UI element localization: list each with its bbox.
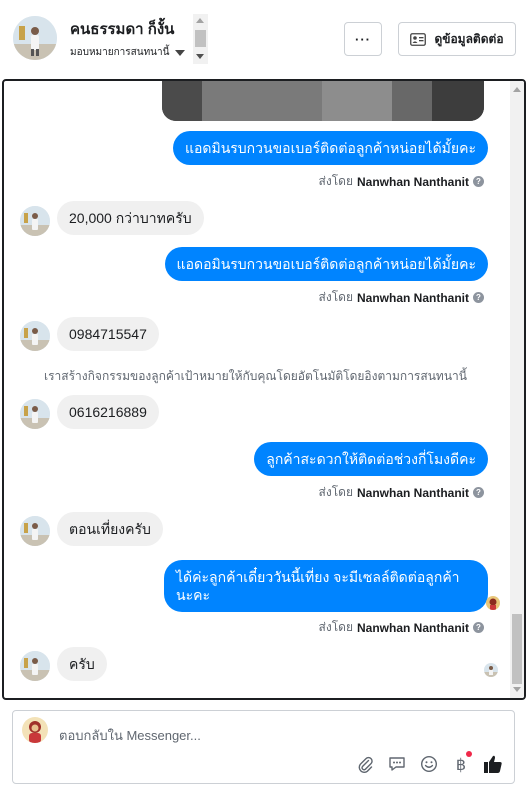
scroll-down-icon[interactable]	[196, 54, 204, 59]
outgoing-message[interactable]: ได้ค่ะลูกค้าเดี๋ยววันนี้เที่ยง จะมีเซลล์…	[164, 560, 488, 612]
sent-by-prefix: ส่งโดย	[318, 290, 353, 304]
scroll-down-icon[interactable]	[513, 687, 521, 692]
sent-by-prefix: ส่งโดย	[318, 485, 353, 499]
sender-name: Nanwhan Nanthanit	[356, 620, 469, 635]
message-thread[interactable]: แอดมินรบกวนขอเบอร์ติดต่อลูกค้าหน่อยได้มั…	[2, 79, 526, 700]
contact-avatar-small	[20, 516, 50, 546]
conversation-header: คนธรรมดา ก็งั้น มอบหมายการสนทนานี้ ··· ด…	[0, 0, 528, 78]
more-icon: ···	[355, 31, 371, 47]
scroll-thumb[interactable]	[195, 30, 206, 47]
help-icon[interactable]: ?	[473, 292, 484, 303]
contact-avatar-small	[20, 206, 50, 236]
incoming-message[interactable]: ครับ	[57, 647, 107, 681]
outgoing-message[interactable]: แอดอมินรบกวนขอเบอร์ติดต่อลูกค้าหน่อยได้ม…	[164, 247, 488, 281]
incoming-message[interactable]: 0616216889	[57, 395, 159, 429]
notification-dot	[466, 751, 472, 757]
shared-photo[interactable]	[162, 81, 484, 121]
seen-avatar	[486, 596, 500, 610]
contact-avatar[interactable]	[13, 16, 57, 60]
contact-avatar-small	[20, 651, 50, 681]
contact-card-icon	[410, 32, 427, 46]
reply-composer[interactable]: ตอบกลับใน Messenger... ฿	[12, 710, 515, 784]
sender-name: Nanwhan Nanthanit	[356, 485, 469, 500]
sender-name: Nanwhan Nanthanit	[356, 290, 469, 305]
saved-replies-icon[interactable]	[386, 753, 408, 775]
sent-by-label: ส่งโดย Nanwhan Nanthanit ?	[319, 618, 484, 637]
seen-avatar	[484, 663, 498, 677]
outgoing-message[interactable]: ลูกค้าสะดวกให้ติดต่อช่วงกี่โมงดีคะ	[254, 442, 488, 476]
help-icon[interactable]: ?	[473, 487, 484, 498]
incoming-message[interactable]: 20,000 กว่าบาทครับ	[57, 201, 204, 235]
caret-down-icon	[175, 49, 186, 56]
sent-by-prefix: ส่งโดย	[318, 174, 353, 188]
payment-icon[interactable]: ฿	[450, 751, 472, 775]
assign-label: มอบหมายการสนทนานี้	[70, 47, 170, 58]
sent-by-prefix: ส่งโดย	[318, 620, 353, 634]
system-note: เราสร้างกิจกรรมของลูกค้าเป้าหมายให้กับคุ…	[44, 369, 467, 383]
attachment-icon[interactable]	[354, 753, 376, 775]
composer-toolbar: ฿	[354, 751, 504, 775]
incoming-message[interactable]: 0984715547	[57, 317, 159, 351]
incoming-message[interactable]: ตอนเที่ยงครับ	[57, 512, 163, 546]
emoji-icon[interactable]	[418, 753, 440, 775]
header-scrollbar[interactable]	[193, 14, 208, 64]
more-options-button[interactable]: ···	[344, 22, 382, 56]
contact-avatar-small	[20, 399, 50, 429]
sender-name: Nanwhan Nanthanit	[356, 174, 469, 189]
help-icon[interactable]: ?	[473, 622, 484, 633]
sent-by-label: ส่งโดย Nanwhan Nanthanit ?	[319, 483, 484, 502]
scroll-thumb[interactable]	[512, 614, 522, 684]
thread-scrollbar[interactable]	[510, 81, 524, 698]
reply-input[interactable]: ตอบกลับใน Messenger...	[59, 725, 201, 746]
like-icon[interactable]	[482, 753, 504, 775]
contact-avatar-small	[20, 321, 50, 351]
view-contact-label: ดูข้อมูลติดต่อ	[434, 31, 504, 46]
message-list: แอดมินรบกวนขอเบอร์ติดต่อลูกค้าหน่อยได้มั…	[4, 81, 512, 698]
contact-name[interactable]: คนธรรมดา ก็งั้น	[70, 17, 174, 41]
assign-conversation-dropdown[interactable]: มอบหมายการสนทนานี้	[70, 45, 186, 60]
help-icon[interactable]: ?	[473, 176, 484, 187]
sent-by-label: ส่งโดย Nanwhan Nanthanit ?	[319, 172, 484, 191]
outgoing-message[interactable]: แอดมินรบกวนขอเบอร์ติดต่อลูกค้าหน่อยได้มั…	[172, 131, 488, 165]
scroll-up-icon[interactable]	[196, 18, 204, 23]
view-contact-button[interactable]: ดูข้อมูลติดต่อ	[398, 22, 516, 56]
sent-by-label: ส่งโดย Nanwhan Nanthanit ?	[319, 288, 484, 307]
scroll-up-icon[interactable]	[513, 87, 521, 92]
page-avatar	[22, 717, 48, 743]
